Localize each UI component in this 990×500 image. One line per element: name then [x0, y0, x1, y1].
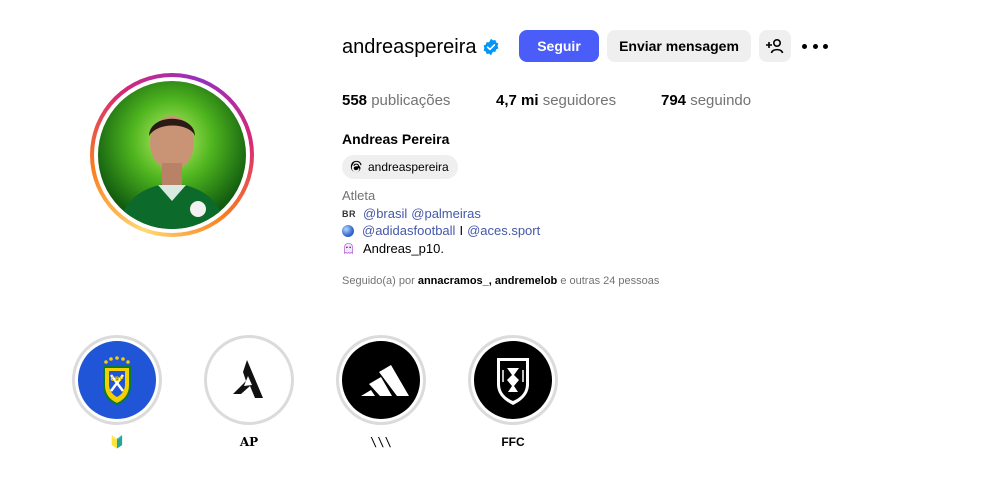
bio-line-2: @adidasfootball I @aces.sport [342, 223, 540, 238]
story-highlight[interactable]: AP [204, 335, 294, 449]
highlight-label: AP [239, 435, 259, 449]
dot-icon [802, 43, 807, 49]
threads-icon [350, 160, 362, 173]
posts-count: 558 [342, 92, 368, 109]
profile-photo [98, 81, 246, 229]
story-highlight[interactable]: CBF 🔰 [72, 335, 162, 449]
cbf-crest-icon: CBF [78, 341, 156, 419]
profile-category: Atleta [342, 188, 376, 203]
highlight-ring: CBF [72, 335, 162, 425]
followed-by-suffix: e outras 24 pessoas [560, 275, 660, 287]
verified-badge-icon [483, 38, 499, 56]
story-highlight[interactable]: \\\ [336, 335, 426, 449]
player-silhouette-icon [118, 116, 226, 229]
brazil-flag-icon: BR [342, 208, 356, 219]
highlight-label: \\\ [370, 435, 392, 449]
followers-count: 4,7 mi [496, 92, 539, 109]
dot-icon [823, 43, 828, 49]
mention-link[interactable]: @palmeiras [411, 206, 481, 221]
bio-line-3: Andreas_p10. [342, 241, 444, 256]
highlight-ring [468, 335, 558, 425]
svg-text:CBF: CBF [110, 376, 123, 383]
follower-username: annacramos_ [417, 275, 489, 287]
mention-link[interactable]: @brasil [363, 206, 407, 221]
ap-logo-icon [210, 341, 288, 419]
adidas-logo-icon [342, 341, 420, 419]
threads-badge[interactable]: andreaspereira [342, 155, 458, 179]
add-person-icon [766, 38, 784, 54]
follower-username: andremelob [494, 275, 558, 287]
posts-label: publicações [371, 92, 451, 109]
following-count: 794 [661, 92, 687, 109]
globe-icon [342, 224, 354, 237]
bio-line-1: BR @brasil @palmeiras [342, 206, 481, 221]
avatar-border [94, 77, 250, 233]
mention-link[interactable]: @adidasfootball [362, 223, 455, 238]
threads-handle: andreaspereira [368, 160, 449, 174]
bio-separator: I [459, 223, 464, 238]
story-highlight[interactable]: FFC [468, 335, 558, 449]
mention-link[interactable]: @aces.sport [467, 223, 540, 238]
profile-username: andreaspereira [342, 36, 477, 58]
highlight-ring [336, 335, 426, 425]
fulham-crest-icon [474, 341, 552, 419]
followers-stat[interactable]: 4,7 mi seguidores [496, 92, 616, 109]
highlight-ring [204, 335, 294, 425]
more-options-icon[interactable] [802, 35, 828, 57]
followers-label: seguidores [542, 92, 617, 109]
bio-text: Andreas_p10. [363, 241, 444, 256]
following-stat[interactable]: 794 seguindo [661, 92, 751, 109]
followed-by-text[interactable]: Seguido(a) por annacramos_, andremelob e… [342, 275, 659, 287]
dot-icon [812, 43, 818, 49]
send-message-button[interactable]: Enviar mensagem [607, 30, 751, 62]
profile-avatar[interactable] [90, 73, 254, 237]
highlight-label: 🔰 [109, 435, 125, 449]
follow-button[interactable]: Seguir [519, 30, 599, 62]
highlight-label: FFC [501, 435, 525, 449]
suggest-accounts-button[interactable] [759, 30, 791, 62]
posts-stat: 558 publicações [342, 92, 450, 109]
ghost-icon [344, 242, 353, 255]
followed-by-prefix: Seguido(a) por [342, 275, 415, 287]
following-label: seguindo [690, 92, 752, 109]
profile-full-name: Andreas Pereira [342, 131, 450, 147]
